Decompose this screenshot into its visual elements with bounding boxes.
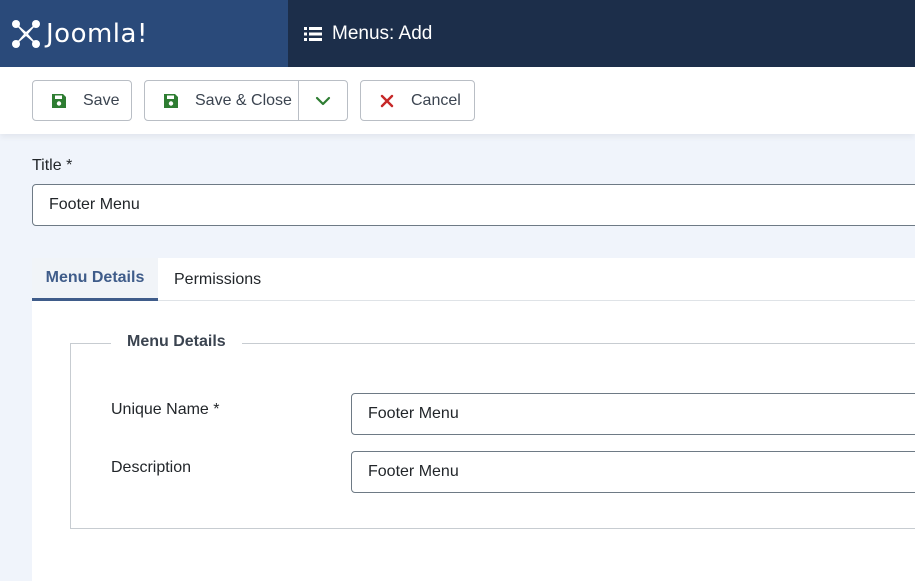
close-icon — [380, 94, 394, 107]
save-label: Save — [83, 91, 120, 109]
brand-logo[interactable]: Joomla! — [0, 0, 288, 67]
list-icon — [304, 26, 322, 41]
title-input[interactable] — [32, 184, 915, 226]
save-button[interactable]: Save — [32, 80, 132, 121]
tab-menu-details[interactable]: Menu Details — [32, 258, 158, 301]
joomla-logo-icon — [12, 19, 40, 48]
save-close-button[interactable]: Save & Close — [144, 80, 348, 121]
description-input[interactable] — [351, 451, 915, 493]
title-label: Title * — [32, 157, 73, 174]
tab-label: Permissions — [174, 270, 262, 288]
cancel-button[interactable]: Cancel — [360, 80, 475, 121]
save-icon — [52, 93, 66, 108]
menu-details-fieldset: Menu Details Unique Name * Description — [70, 333, 915, 529]
tab-panel: Menu Details Unique Name * Description — [32, 301, 915, 581]
fieldset-legend: Menu Details — [111, 333, 242, 351]
save-close-label: Save & Close — [195, 91, 292, 109]
top-header: Joomla! Menus: Add — [0, 0, 915, 67]
unique-name-input[interactable] — [351, 393, 915, 435]
page-title-area: Menus: Add — [288, 0, 432, 67]
toolbar: Save Save & Close Cancel — [0, 67, 915, 134]
chevron-down-icon[interactable] — [315, 93, 331, 109]
tab-bar: Menu Details Permissions — [32, 258, 915, 301]
cancel-label: Cancel — [411, 91, 461, 109]
button-divider — [298, 81, 299, 120]
page-title: Menus: Add — [332, 22, 433, 44]
tab-permissions[interactable]: Permissions — [174, 258, 261, 301]
description-label: Description — [111, 459, 192, 476]
tab-label: Menu Details — [45, 269, 145, 286]
unique-name-label: Unique Name * — [111, 401, 220, 418]
brand-name: Joomla! — [46, 18, 148, 49]
save-icon — [164, 93, 178, 108]
